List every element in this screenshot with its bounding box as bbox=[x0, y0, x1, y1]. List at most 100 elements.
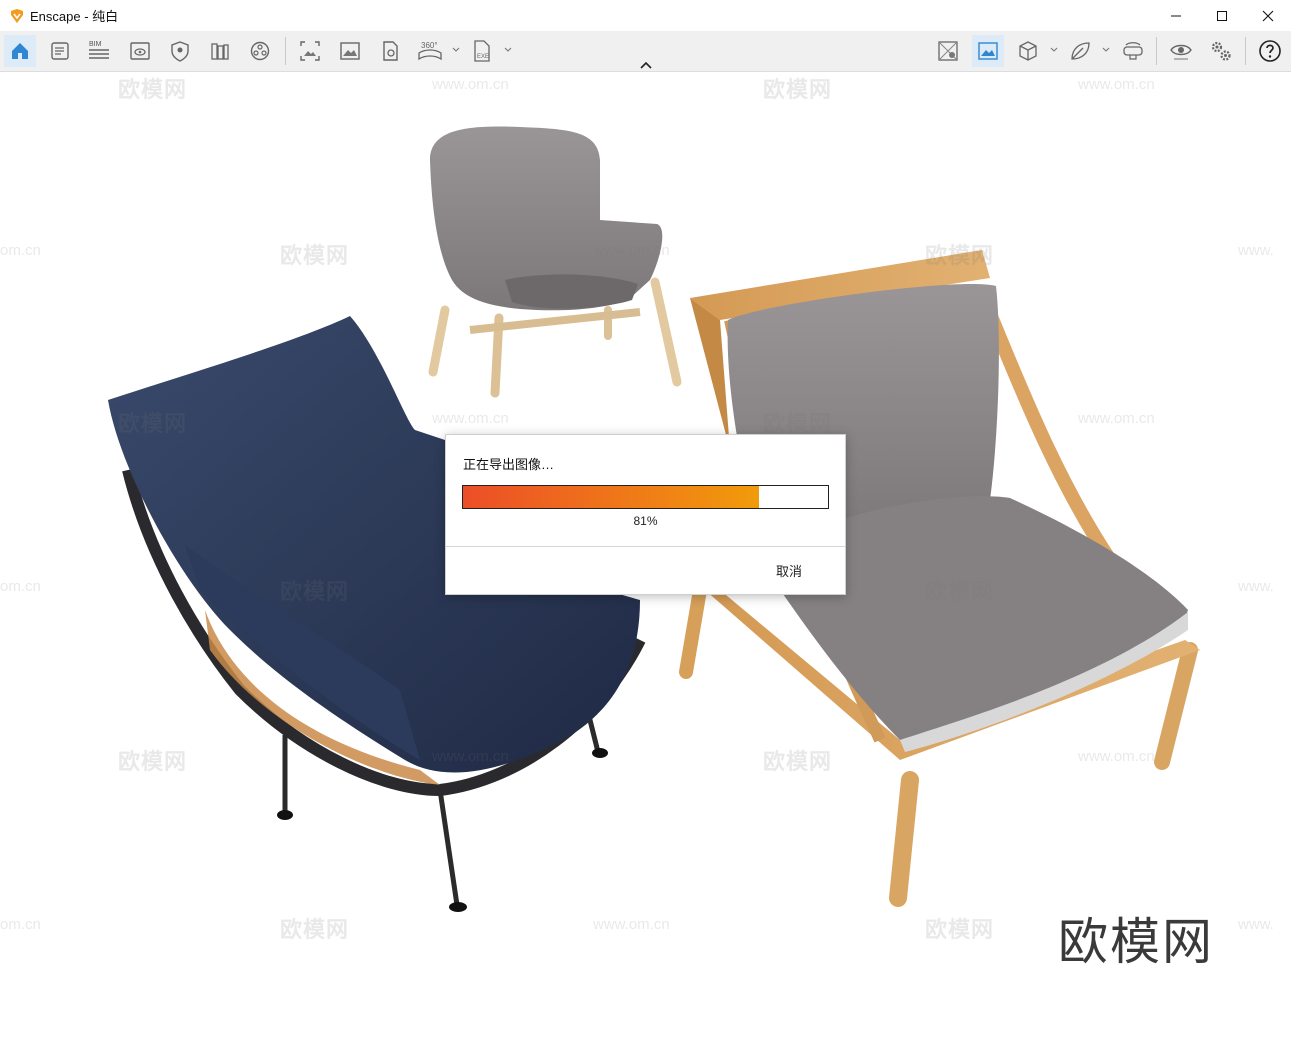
watermark-brand: 欧模网 bbox=[118, 77, 188, 102]
home-icon bbox=[12, 43, 28, 59]
watermark-url-partial: om.cn bbox=[0, 242, 41, 259]
watermark-url: www.om.cn bbox=[1078, 410, 1155, 427]
leaf-dropdown[interactable] bbox=[1101, 43, 1111, 57]
view-eye-panel-icon bbox=[130, 42, 150, 60]
chevron-down-icon bbox=[504, 47, 512, 52]
vr-headset-button[interactable] bbox=[1117, 35, 1149, 67]
window-title: Enscape - 纯白 bbox=[30, 9, 119, 24]
watermark-brand: 欧模网 bbox=[925, 579, 995, 604]
watermark-brand: 欧模网 bbox=[280, 917, 350, 942]
document-settings-button[interactable] bbox=[44, 35, 76, 67]
export-progress-bar bbox=[462, 485, 829, 509]
toolbar-separator bbox=[1245, 37, 1246, 65]
shield-location-icon bbox=[171, 41, 189, 62]
leaf-button[interactable] bbox=[1064, 35, 1096, 67]
chevron-down-icon bbox=[1102, 47, 1110, 52]
watermark-url-partial: om.cn bbox=[0, 578, 41, 595]
watermark-brand: 欧模网 bbox=[925, 243, 995, 268]
exe-export-button[interactable]: EXE bbox=[466, 35, 498, 67]
image-export-button[interactable] bbox=[334, 35, 366, 67]
asset-library-button[interactable] bbox=[244, 35, 276, 67]
watermark-brand: 欧模网 bbox=[118, 411, 188, 436]
watermark-brand: 欧模网 bbox=[925, 917, 995, 942]
view-panel-button[interactable] bbox=[124, 35, 156, 67]
title-bar: Enscape - 纯白 bbox=[0, 0, 1291, 32]
cube-icon bbox=[1019, 41, 1037, 61]
chevron-down-icon bbox=[1050, 47, 1058, 52]
eye-settings-icon bbox=[1170, 44, 1192, 60]
watermark-url-partial: om.cn bbox=[0, 916, 41, 933]
books-button[interactable] bbox=[204, 35, 236, 67]
watermark-brand: 欧模网 bbox=[280, 579, 350, 604]
gears-icon bbox=[1211, 41, 1231, 61]
panorama-button[interactable]: 360° bbox=[414, 35, 446, 67]
svg-text:BIM: BIM bbox=[89, 41, 102, 48]
minimize-icon bbox=[1171, 15, 1181, 16]
settings-button[interactable] bbox=[1205, 35, 1237, 67]
vr-headset-icon bbox=[1123, 42, 1143, 60]
asset-library-icon bbox=[250, 41, 270, 61]
watermark-brand: 欧模网 bbox=[763, 77, 833, 102]
watermark-url-partial: www. bbox=[1238, 242, 1274, 259]
grey-fabric-armchair bbox=[428, 126, 682, 398]
watermark-brand: 欧模网 bbox=[763, 749, 833, 774]
eye-settings-button[interactable] bbox=[1165, 35, 1197, 67]
cube-dropdown[interactable] bbox=[1049, 43, 1059, 57]
exe-export-icon: EXE bbox=[474, 40, 490, 62]
watermark-url: www.om.cn bbox=[432, 76, 509, 93]
bim-button[interactable]: BIM bbox=[84, 35, 116, 67]
image-frame-icon bbox=[978, 42, 998, 60]
chevron-down-icon bbox=[452, 47, 460, 52]
panorama-dropdown[interactable] bbox=[451, 43, 461, 57]
books-icon bbox=[211, 43, 229, 60]
dialog-title: 正在导出图像… bbox=[463, 457, 555, 472]
navy-quilted-armchair bbox=[108, 316, 646, 912]
home-button[interactable] bbox=[4, 35, 36, 67]
svg-text:360°: 360° bbox=[421, 41, 438, 50]
collapse-toolbar-button[interactable] bbox=[637, 58, 655, 72]
maximize-icon bbox=[1217, 10, 1227, 21]
chevron-up-icon bbox=[640, 61, 652, 69]
panorama-360-icon: 360° bbox=[418, 41, 442, 61]
map-markers-button[interactable] bbox=[932, 35, 964, 67]
watermark-url: www.om.cn bbox=[1078, 76, 1155, 93]
watermark-url: www.om.cn bbox=[593, 242, 670, 259]
shield-location-button[interactable] bbox=[164, 35, 196, 67]
enscape-logo-icon bbox=[11, 8, 23, 23]
brand-watermark-logo: 欧模网 bbox=[1058, 913, 1214, 971]
watermark-url-partial: www. bbox=[1238, 578, 1274, 595]
cube-button[interactable] bbox=[1012, 35, 1044, 67]
leaf-icon bbox=[1071, 42, 1090, 60]
toolbar-separator bbox=[285, 37, 286, 65]
minimize-button[interactable] bbox=[1153, 0, 1199, 31]
batch-render-button[interactable] bbox=[374, 35, 406, 67]
cancel-button[interactable]: 取消 bbox=[776, 561, 802, 580]
export-progress-dialog: 正在导出图像… 81% 取消 bbox=[445, 434, 846, 595]
bim-icon: BIM bbox=[89, 41, 109, 59]
progress-percent: 81% bbox=[633, 514, 658, 528]
image-frame-button[interactable] bbox=[972, 35, 1004, 67]
maximize-button[interactable] bbox=[1199, 0, 1245, 31]
document-settings-icon bbox=[51, 42, 69, 60]
toolbar-separator bbox=[1156, 37, 1157, 65]
dialog-divider bbox=[446, 546, 845, 547]
watermark-url: www.om.cn bbox=[432, 748, 509, 765]
help-icon bbox=[1259, 40, 1281, 62]
exe-dropdown[interactable] bbox=[503, 43, 513, 57]
screenshot-button[interactable] bbox=[294, 35, 326, 67]
watermark-url: www.om.cn bbox=[1078, 748, 1155, 765]
image-export-icon bbox=[340, 42, 360, 60]
watermark-url: www.om.cn bbox=[593, 916, 670, 933]
screenshot-frame-icon bbox=[300, 41, 320, 61]
svg-text:EXE: EXE bbox=[477, 54, 489, 60]
help-button[interactable] bbox=[1254, 35, 1286, 67]
batch-render-icon bbox=[383, 41, 398, 61]
watermark-brand: 欧模网 bbox=[280, 243, 350, 268]
close-button[interactable] bbox=[1245, 0, 1291, 31]
watermark-brand: 欧模网 bbox=[118, 749, 188, 774]
watermark-url: www.om.cn bbox=[432, 410, 509, 427]
progress-fill bbox=[463, 486, 759, 508]
watermark-url-partial: www. bbox=[1238, 916, 1274, 933]
map-markers-icon bbox=[938, 41, 958, 61]
close-icon bbox=[1262, 10, 1274, 21]
